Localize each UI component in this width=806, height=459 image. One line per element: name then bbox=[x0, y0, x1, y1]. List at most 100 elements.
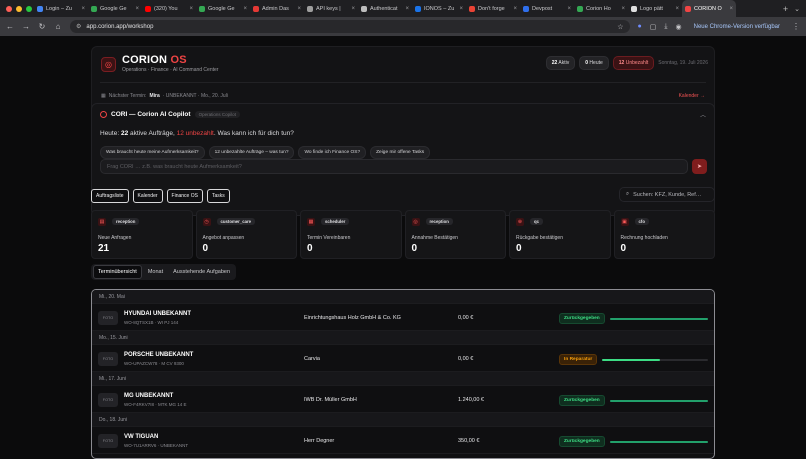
table-row[interactable]: FOTO VW TIGUAN WO-7U1ARRV6 · UNBEKANNT Herr… bbox=[92, 426, 714, 454]
tab-close-icon[interactable]: × bbox=[459, 6, 463, 12]
tab-title: Google Ge bbox=[208, 5, 235, 12]
suggestion-chip[interactable]: Wo finde ich Finance OS? bbox=[298, 146, 367, 159]
next-appointment-details: · UNBEKANNT · Mo., 20. Juli bbox=[162, 93, 228, 99]
extensions-area: ● ▢ ⤓ ◉ bbox=[638, 23, 682, 31]
profile-avatar-icon[interactable]: ◉ bbox=[676, 23, 682, 31]
browser-tab[interactable]: Corion Ho × bbox=[574, 0, 628, 17]
tab-favicon-icon bbox=[523, 5, 529, 12]
back-icon[interactable]: ← bbox=[6, 22, 14, 31]
stat-icon: ▣ bbox=[620, 218, 629, 226]
orders-list-button[interactable]: Auftragsliste bbox=[91, 189, 129, 203]
chrome-update-button[interactable]: Neue Chrome-Version verfügbar bbox=[690, 22, 784, 32]
vehicle-photo[interactable]: FOTO bbox=[98, 434, 118, 448]
tab-close-icon[interactable]: × bbox=[675, 6, 679, 12]
tab-close-icon[interactable]: × bbox=[243, 6, 247, 12]
brand-title: CORION OS bbox=[122, 54, 187, 66]
reload-icon[interactable]: ↻ bbox=[38, 22, 46, 31]
vehicle-photo[interactable]: FOTO bbox=[98, 352, 118, 366]
view-tabs: Terminübersicht Monat Ausstehende Aufgab… bbox=[91, 264, 237, 280]
tab-close-icon[interactable]: × bbox=[81, 6, 85, 12]
browser-tab[interactable]: Google Ge × bbox=[88, 0, 142, 17]
browser-tab[interactable]: Logo pätt × bbox=[628, 0, 682, 17]
address-bar[interactable]: ⚙ app.corion.app/workshop ☆ bbox=[70, 20, 630, 33]
chrome-menu-icon[interactable]: ⋮ bbox=[792, 22, 800, 31]
stat-card[interactable]: ◷ customer_care Angebot anpassen 0 bbox=[195, 210, 297, 259]
tab-close-icon[interactable]: × bbox=[297, 6, 301, 12]
tagline: Operations · Finance · AI Command Center bbox=[122, 67, 219, 73]
tab-close-icon[interactable]: × bbox=[189, 6, 193, 12]
stat-tag: reception bbox=[425, 218, 453, 225]
browser-tab[interactable]: Don't forge × bbox=[466, 0, 520, 17]
badge-today[interactable]: 0 Heute bbox=[579, 56, 609, 70]
tab-close-icon[interactable]: × bbox=[513, 6, 517, 12]
calendar-link[interactable]: Kalender → bbox=[679, 93, 705, 99]
browser-tab[interactable]: Admin Das × bbox=[250, 0, 304, 17]
vehicle-photo[interactable]: FOTO bbox=[98, 393, 118, 407]
stat-card[interactable]: ⊕ qc Rückgabe bestätigen 0 bbox=[509, 210, 611, 259]
extension-icon[interactable]: ● bbox=[638, 23, 642, 30]
table-row[interactable]: FOTO MG UNBEKANNT WO-F4RKV7I8 · MTK MG 14 … bbox=[92, 385, 714, 413]
tab-close-icon[interactable]: × bbox=[405, 6, 409, 12]
minimize-window-button[interactable] bbox=[16, 5, 22, 12]
stat-value: 0 bbox=[202, 243, 209, 254]
progress-fill bbox=[610, 318, 708, 320]
vehicle-photo[interactable]: FOTO bbox=[98, 311, 118, 325]
forward-icon[interactable]: → bbox=[22, 22, 30, 31]
vehicle-plate: WO-UPAZCW78 · M CV 9300 bbox=[124, 361, 184, 366]
status-badge: Zurückgegeben bbox=[559, 313, 605, 324]
stat-label: Angebot anpassen bbox=[202, 235, 245, 241]
search-icon: ⌕ bbox=[626, 191, 630, 197]
suggestion-chip[interactable]: 12 unbezahlte Aufträge – was tun? bbox=[208, 146, 295, 159]
browser-tab[interactable]: CORION O × bbox=[682, 0, 736, 17]
browser-tab[interactable]: Authenticat × bbox=[358, 0, 412, 17]
browser-tab[interactable]: (320) You × bbox=[142, 0, 196, 17]
tab-appointments-overview[interactable]: Terminübersicht bbox=[93, 265, 142, 279]
customer-name: Herr Degner bbox=[304, 438, 335, 444]
browser-tab[interactable]: Google Ge × bbox=[196, 0, 250, 17]
tab-pending-tasks[interactable]: Ausstehende Aufgaben bbox=[169, 266, 234, 278]
finance-os-button[interactable]: Finance OS bbox=[166, 189, 203, 203]
close-window-button[interactable] bbox=[6, 5, 12, 12]
collapse-chevron-icon[interactable]: ︿ bbox=[700, 110, 706, 119]
browser-tab[interactable]: IONOS – Zu × bbox=[412, 0, 466, 17]
vehicle-name: VW TIGUAN bbox=[124, 434, 159, 440]
browser-tab[interactable]: Devpost × bbox=[520, 0, 574, 17]
site-info-icon[interactable]: ⚙ bbox=[76, 23, 81, 30]
browser-tab[interactable]: Login – Zu × bbox=[34, 0, 88, 17]
stat-icon: ▤ bbox=[98, 218, 106, 226]
new-tab-button[interactable]: + bbox=[777, 4, 794, 14]
browser-tab[interactable]: API keys | × bbox=[304, 0, 358, 17]
calendar-button[interactable]: Kalender bbox=[132, 189, 163, 203]
stat-card[interactable]: ◎ reception Annahme Bestätigen 0 bbox=[404, 210, 506, 259]
stat-label: Neue Anfragen bbox=[98, 235, 132, 241]
stat-card[interactable]: ▤ reception Neue Anfragen 21 bbox=[91, 210, 193, 259]
tab-month[interactable]: Monat bbox=[144, 266, 167, 278]
header-divider bbox=[100, 82, 706, 83]
tasks-button[interactable]: Tasks bbox=[206, 189, 230, 203]
suggestion-chip[interactable]: Zeige mir offene Tasks bbox=[370, 146, 431, 159]
search-input[interactable]: ⌕ Suchen: KFZ, Kunde, Ref… bbox=[619, 187, 715, 202]
table-row[interactable]: FOTO PORSCHE UNBEKANNT WO-UPAZCW78 · M CV … bbox=[92, 344, 714, 372]
tab-close-icon[interactable]: × bbox=[135, 6, 139, 12]
home-icon[interactable]: ⌂ bbox=[54, 22, 62, 31]
table-row[interactable]: FOTO HYUNDAI UNBEKANNT WO-8QTSX1B · WI PJ … bbox=[92, 303, 714, 331]
suggestion-chip[interactable]: Was braucht heute meine Aufmerksamkeit? bbox=[100, 146, 205, 159]
stat-card[interactable]: ▣ cfo Rechnung hochladen 0 bbox=[613, 210, 715, 259]
maximize-window-button[interactable] bbox=[26, 5, 32, 12]
tab-close-icon[interactable]: × bbox=[351, 6, 355, 12]
send-button[interactable]: ➤ bbox=[692, 159, 707, 174]
stat-card[interactable]: ▦ scheduler Termin Vereinbaren 0 bbox=[300, 210, 402, 259]
download-icon[interactable]: ⤓ bbox=[664, 23, 667, 31]
vehicle-name: MG UNBEKANNT bbox=[124, 393, 174, 399]
tab-close-icon[interactable]: × bbox=[621, 6, 625, 12]
badge-unpaid[interactable]: 12 Unbezahlt bbox=[612, 56, 655, 70]
tab-close-icon[interactable]: × bbox=[567, 6, 571, 12]
tab-search-icon[interactable]: ⌄ bbox=[794, 5, 806, 13]
tab-close-icon[interactable]: × bbox=[729, 6, 733, 12]
tab-favicon-icon bbox=[253, 5, 259, 12]
bookmark-star-icon[interactable]: ☆ bbox=[617, 23, 623, 31]
extensions-puzzle-icon[interactable]: ▢ bbox=[650, 23, 657, 31]
tab-favicon-icon bbox=[469, 5, 475, 12]
copilot-input[interactable]: Frag CORI … z.B. was braucht heute Aufme… bbox=[100, 159, 688, 174]
badge-active[interactable]: 22 Aktiv bbox=[545, 56, 576, 70]
